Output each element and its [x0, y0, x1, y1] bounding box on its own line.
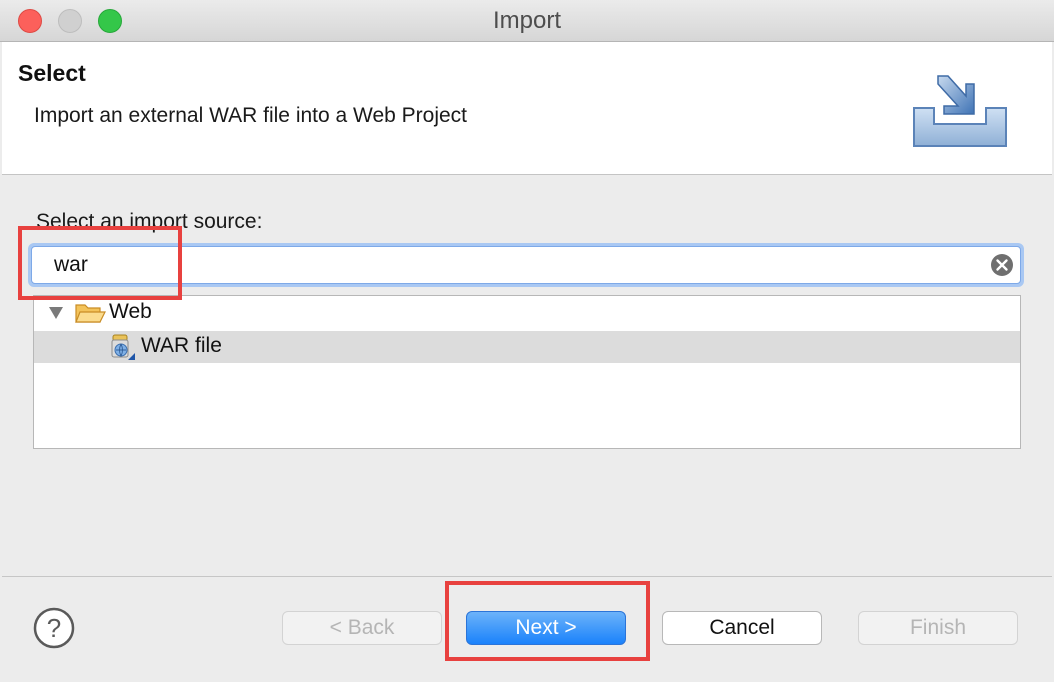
- tree-item-label: Web: [109, 300, 152, 323]
- war-file-icon: [111, 334, 135, 360]
- tree-item-web[interactable]: Web: [34, 297, 1020, 329]
- next-button[interactable]: Next >: [466, 611, 626, 645]
- window-title: Import: [492, 7, 561, 34]
- filter-input[interactable]: [31, 246, 1021, 284]
- wizard-header: Select Import an external WAR file into …: [2, 42, 1052, 175]
- import-wizard-icon: [913, 75, 1007, 147]
- cancel-button[interactable]: Cancel: [662, 611, 822, 645]
- tree-item-label: WAR file: [141, 334, 222, 357]
- help-icon[interactable]: ?: [33, 607, 75, 649]
- page-description: Import an external WAR file into a Web P…: [34, 104, 468, 127]
- import-source-label: Select an import source:: [36, 210, 263, 233]
- import-dialog: Import Select Import an external WAR fil…: [0, 0, 1054, 682]
- tree-item-war-file[interactable]: WAR file: [34, 331, 1020, 363]
- expand-triangle-icon[interactable]: [48, 306, 64, 320]
- svg-text:?: ?: [47, 613, 61, 643]
- clear-icon[interactable]: [990, 253, 1014, 277]
- title-bar: Import: [0, 0, 1054, 42]
- page-title: Select: [18, 60, 86, 86]
- back-button[interactable]: < Back: [282, 611, 442, 645]
- button-bar-separator: [2, 576, 1052, 577]
- import-source-tree: Web WAR file: [33, 295, 1021, 449]
- filter-field-container: [28, 243, 1024, 287]
- folder-open-icon: [75, 304, 106, 323]
- finish-button[interactable]: Finish: [858, 611, 1018, 645]
